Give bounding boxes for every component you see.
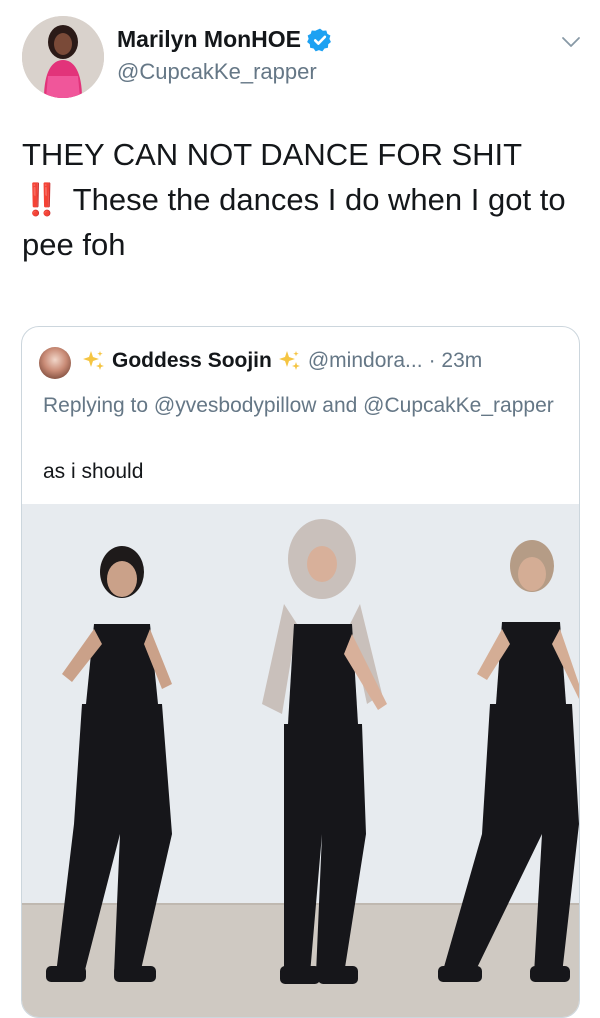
sparkles-icon: [278, 351, 300, 370]
double-exclamation-emoji: ‼️: [22, 182, 61, 217]
replying-to-text: Replying to @yvesbodypillow and @CupcakK…: [43, 394, 554, 417]
author-handle[interactable]: @CupcakKe_rapper: [117, 59, 317, 85]
video-thumbnail-image: [22, 504, 579, 1017]
quoted-handle[interactable]: @mindora...: [308, 349, 423, 373]
quoted-tweet-text: as i should: [43, 460, 144, 483]
tweet-text-line2: These the dances I do when I got to pee …: [22, 182, 566, 262]
tweet-text: THEY CAN NOT DANCE FOR SHIT ‼️ These the…: [22, 132, 577, 267]
quoted-timestamp[interactable]: · 23m: [429, 349, 483, 373]
tweet-text-line1: THEY CAN NOT DANCE FOR SHIT: [22, 137, 523, 172]
author-name-row: Marilyn MonHOE: [117, 26, 333, 53]
avatar-image: [22, 16, 104, 98]
quoted-author-avatar[interactable]: [39, 347, 71, 379]
author-avatar[interactable]: [22, 16, 104, 98]
quoted-display-name[interactable]: Goddess Soojin: [112, 349, 272, 373]
tweet-card[interactable]: Marilyn MonHOE @CupcakKe_rapper THEY CAN…: [0, 0, 600, 1018]
sparkles-icon: [83, 351, 104, 370]
quoted-tweet-header: Goddess Soojin @mindora... · 23m: [82, 349, 482, 373]
quoted-video[interactable]: [22, 504, 579, 1017]
author-display-name[interactable]: Marilyn MonHOE: [117, 26, 301, 53]
chevron-down-icon[interactable]: [559, 30, 583, 54]
verified-badge-icon: [307, 28, 331, 51]
quoted-tweet[interactable]: Goddess Soojin @mindora... · 23m Replyin…: [21, 326, 580, 1018]
